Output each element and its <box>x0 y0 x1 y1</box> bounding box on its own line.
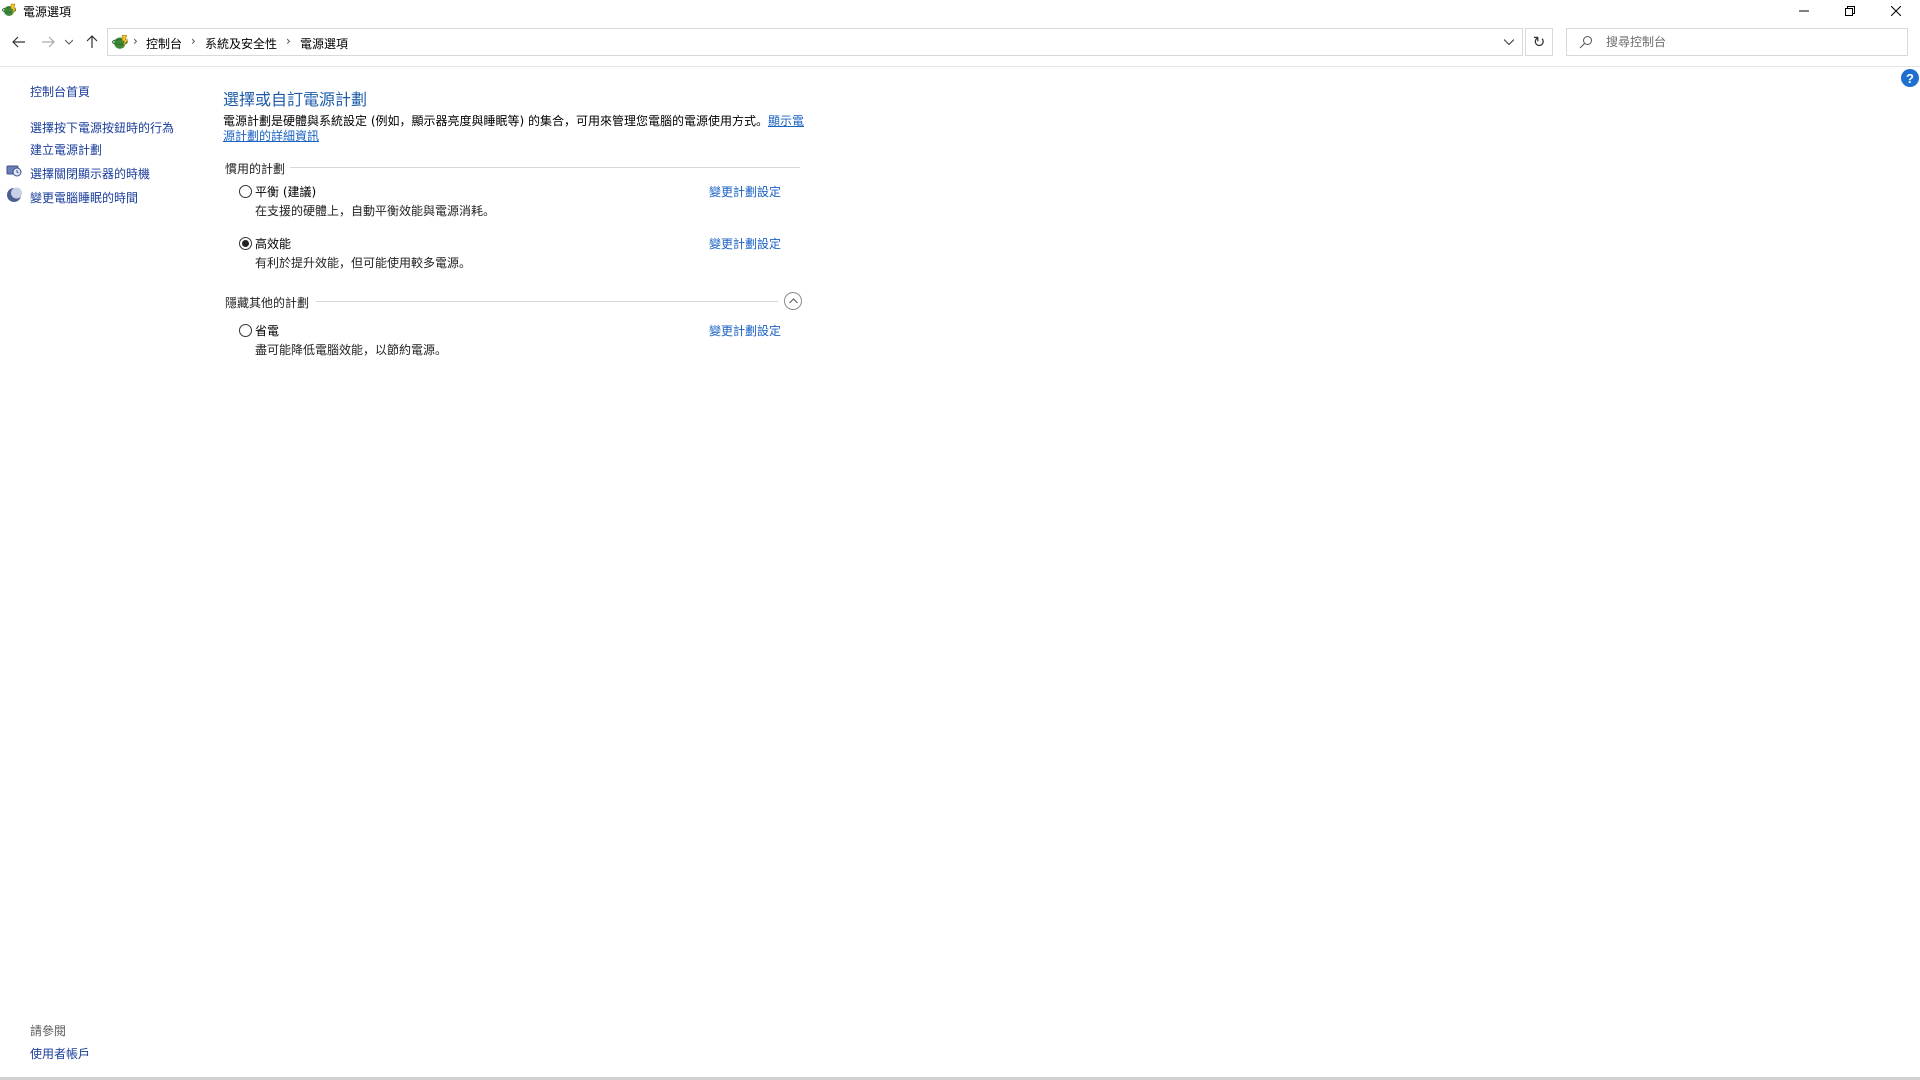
plan-desc-balanced: 在支援的硬體上，自動平衡效能與電源消耗。 <box>255 204 496 218</box>
breadcrumb-power-options[interactable]: 電源選項 <box>300 35 348 52</box>
power-saver-change-settings-link[interactable]: 變更計劃設定 <box>709 322 781 339</box>
divider <box>0 66 1920 67</box>
sidebar-item-power-button[interactable]: 選擇按下電源按鈕時的行為 <box>30 119 174 136</box>
question-icon: ? <box>1906 70 1914 86</box>
description-text: 電源計劃是硬體與系統設定 (例如，顯示器亮度與睡眠等) 的集合，可用來管理您電腦… <box>223 114 768 128</box>
chevron-right-icon[interactable]: › <box>286 34 291 48</box>
preferred-plans-heading: 慣用的計劃 <box>225 162 286 176</box>
close-button[interactable] <box>1873 0 1919 22</box>
minimize-button[interactable] <box>1781 0 1827 22</box>
balanced-change-settings-link[interactable]: 變更計劃設定 <box>709 183 781 200</box>
hidden-plans-heading[interactable]: 隱藏其他的計劃 <box>225 294 309 311</box>
close-icon <box>1891 6 1901 16</box>
see-also-heading: 請參閱 <box>30 1024 67 1038</box>
minimize-icon <box>1799 10 1809 12</box>
address-bar[interactable]: › 控制台 › 系統及安全性 › 電源選項 <box>107 28 1523 56</box>
forward-button[interactable] <box>37 31 59 53</box>
balanced-plan-radio[interactable] <box>239 185 252 198</box>
page-description: 電源計劃是硬體與系統設定 (例如，顯示器亮度與睡眠等) 的集合，可用來管理您電腦… <box>223 114 808 144</box>
sidebar-item-home[interactable]: 控制台首頁 <box>30 83 90 100</box>
refresh-icon: ↻ <box>1532 33 1546 51</box>
arrow-right-icon <box>42 36 55 48</box>
chevron-right-icon[interactable]: › <box>191 34 196 48</box>
plan-name-high-performance[interactable]: 高效能 <box>255 235 291 252</box>
sidebar-item-display-off[interactable]: 選擇關閉顯示器的時機 <box>30 165 150 182</box>
sidebar-item-create-plan[interactable]: 建立電源計劃 <box>30 141 102 158</box>
breadcrumb-control-panel[interactable]: 控制台 <box>146 35 182 52</box>
refresh-button[interactable]: ↻ <box>1525 28 1553 56</box>
high-performance-change-settings-link[interactable]: 變更計劃設定 <box>709 235 781 252</box>
divider <box>290 167 800 168</box>
plan-name-power-saver[interactable]: 省電 <box>255 322 279 339</box>
search-icon <box>1579 36 1592 49</box>
help-button[interactable]: ? <box>1901 69 1919 87</box>
window-title: 電源選項 <box>23 5 72 19</box>
moon-icon <box>7 187 22 202</box>
monitor-clock-icon <box>6 165 22 177</box>
collapse-hidden-plans-button[interactable] <box>784 292 802 310</box>
restore-icon <box>1845 6 1855 16</box>
power-saver-plan-radio[interactable] <box>239 324 252 337</box>
chevron-up-icon <box>788 298 798 304</box>
search-box[interactable] <box>1566 28 1908 56</box>
chevron-down-icon <box>65 39 73 45</box>
arrow-up-icon <box>86 35 98 48</box>
chevron-right-icon[interactable]: › <box>133 34 138 48</box>
address-dropdown-button[interactable] <box>1496 29 1522 55</box>
plan-desc-high-performance: 有利於提升效能，但可能使用較多電源。 <box>255 256 472 270</box>
arrow-left-icon <box>12 36 25 48</box>
user-accounts-link[interactable]: 使用者帳戶 <box>30 1045 90 1062</box>
search-input[interactable] <box>1606 32 1896 52</box>
power-options-icon <box>2 3 17 16</box>
page-title: 選擇或自訂電源計劃 <box>223 90 368 109</box>
recent-locations-button[interactable] <box>62 31 76 53</box>
plan-desc-power-saver: 盡可能降低電腦效能，以節約電源。 <box>255 343 448 357</box>
chevron-down-icon <box>1504 39 1514 45</box>
power-options-icon <box>112 34 129 49</box>
high-performance-plan-radio[interactable] <box>239 237 252 250</box>
restore-button[interactable] <box>1827 0 1873 22</box>
divider <box>316 301 778 302</box>
plan-name-balanced[interactable]: 平衡 (建議) <box>255 183 316 200</box>
breadcrumb-system-security[interactable]: 系統及安全性 <box>205 35 277 52</box>
title-bar: 電源選項 <box>0 0 1920 22</box>
sidebar-item-sleep-time[interactable]: 變更電腦睡眠的時間 <box>30 189 138 206</box>
back-button[interactable] <box>8 31 30 53</box>
up-button[interactable] <box>81 31 103 53</box>
